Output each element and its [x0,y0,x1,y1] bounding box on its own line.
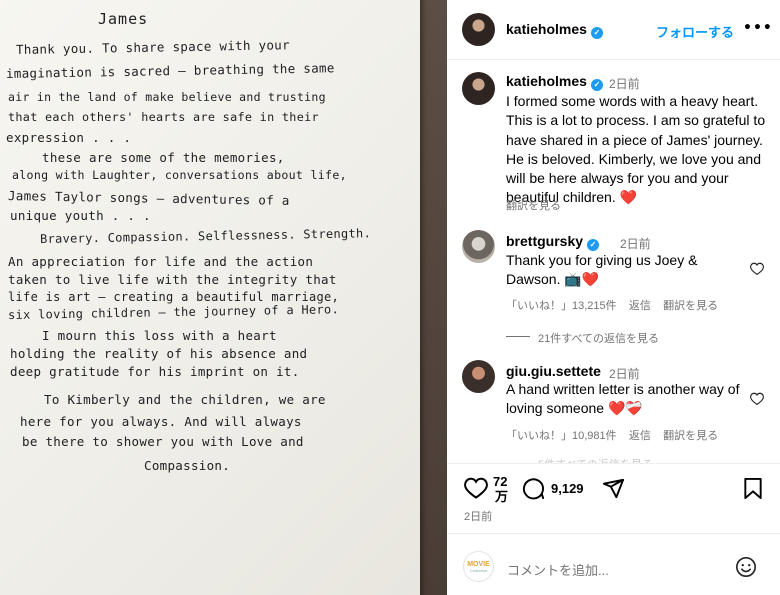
comment-username[interactable]: brettgursky ✓ [506,233,600,251]
comment-text: A hand written letter is another way of … [506,381,740,417]
caption-username[interactable]: katieholmes ✓ [506,73,603,91]
letter-line: An appreciation for life and the action [8,254,314,269]
caption-time[interactable]: 2日前 [609,75,640,92]
reply-button[interactable]: 返信 [629,430,651,442]
letter-line: here for you always. And will always [20,414,302,429]
comment-time[interactable]: 2日前 [620,235,651,252]
view-replies-link[interactable]: 21件すべての返信を見る [538,330,659,346]
caption-text: I formed some words with a heavy heart. … [506,93,766,206]
comment-text: Thank you for giving us Joey & Dawson. 📺… [506,252,698,288]
verified-icon: ✓ [587,239,600,251]
comment-username[interactable]: giu.giu.settete [506,363,601,379]
letter-line: be there to shower you with Love and [22,434,304,449]
letter-line: Compassion. [144,458,231,473]
comment-meta: 「いいね！」13,215件 返信 翻訳を見る [506,297,718,313]
post-side-panel: katieholmes ✓ フォローする ••• katieholmes ✓ 2日前… [447,0,780,595]
letter-line: deep gratitude for his imprint on it. [10,364,300,379]
letter-line: holding the reality of his absence and [10,346,308,361]
comment-translate-link[interactable]: 翻訳を見る [663,430,718,442]
verified-icon: ✓ [590,79,603,91]
letter-line: that each others' hearts are safe in the… [8,110,319,124]
more-icon[interactable]: ••• [743,20,773,36]
letter-line: imagination is sacred — breathing the sa… [5,60,335,81]
letter-line: unique youth . . . [10,208,151,223]
view-replies-line [506,336,530,337]
letter-line: air in the land of make believe and trus… [8,90,326,104]
comment-translate-link[interactable]: 翻訳を見る [663,300,718,312]
comment-input[interactable]: コメントを追加... [507,560,609,579]
letter-paper: James Thank you. To share space with you… [0,0,420,595]
header-divider [447,59,780,60]
commenter-avatar[interactable] [462,230,495,263]
comment-input-divider [447,533,780,534]
follow-button[interactable]: フォローする [656,22,734,41]
letter-line: James [98,10,149,28]
view-replies-link[interactable]: 5件すべての返信を見る [538,456,653,463]
post-image[interactable]: James Thank you. To share space with you… [0,0,447,595]
heart-icon[interactable] [464,477,488,499]
author-username[interactable]: katieholmes ✓ [506,21,603,39]
verified-icon: ✓ [590,27,603,39]
letter-line: taken to live life with the integrity th… [8,272,337,287]
emoji-icon[interactable] [735,556,757,578]
comment-icon[interactable] [522,477,545,500]
like-count[interactable]: 72 万 [493,474,508,504]
letter-line: expression . . . [6,130,132,145]
bookmark-icon[interactable] [743,477,763,500]
caption-avatar[interactable] [462,72,495,105]
letter-line: Bravery. Compassion. Selflessness. Stren… [39,226,372,246]
reply-button[interactable]: 返信 [629,300,651,312]
comment-likes[interactable]: 「いいね！」10,981件 [506,430,617,442]
letter-line: six loving children — the journey of a H… [7,302,340,322]
share-icon[interactable] [602,477,625,500]
letter-line: James Taylor songs — adventures of a [7,188,290,208]
current-user-avatar[interactable]: MOVIE Collection [463,551,494,582]
letter-line: I mourn this loss with a heart [42,328,277,343]
comment-like-heart-icon[interactable] [750,392,764,405]
commenter-avatar[interactable] [462,360,495,393]
comment-meta: 「いいね！」10,981件 返信 翻訳を見る [506,427,718,443]
author-avatar[interactable] [462,13,495,46]
letter-line: along with Laughter, conversations about… [12,168,347,182]
comment-likes[interactable]: 「いいね！」13,215件 [506,300,617,312]
post-time[interactable]: 2日前 [464,508,492,524]
comment-count[interactable]: 9,129 [551,481,584,496]
actions-divider [447,463,780,464]
comment-like-heart-icon[interactable] [750,262,764,275]
letter-line: these are some of the memories, [42,150,285,165]
letter-line: To Kimberly and the children, we are [44,392,326,407]
letter-line: life is art — creating a beautiful marri… [8,290,340,304]
caption-translate-link[interactable]: 翻訳を見る [506,197,561,213]
letter-line: Thank you. To share space with your [15,37,290,57]
